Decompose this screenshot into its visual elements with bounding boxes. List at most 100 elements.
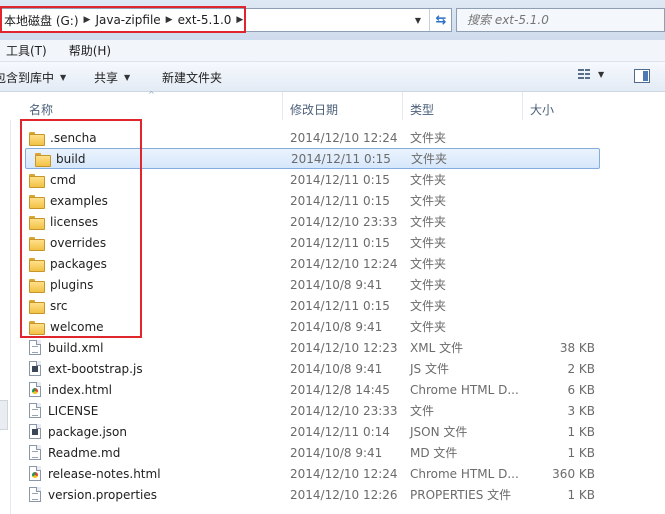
navigation-pane[interactable] [0, 120, 11, 514]
file-icon [29, 424, 41, 439]
column-header-date[interactable]: 修改日期 [290, 101, 338, 118]
refresh-icon[interactable]: ⇆ [429, 9, 452, 31]
column-header-name[interactable]: 名称 [29, 101, 53, 118]
breadcrumb-drive[interactable]: 本地磁盘 (G:) [1, 9, 82, 31]
menu-help[interactable]: 帮助(H) [63, 42, 117, 59]
folder-row[interactable]: .sencha 2014/12/10 12:24 文件夹 [22, 127, 622, 148]
name-cell: welcome [29, 320, 104, 335]
name-cell: src [29, 298, 68, 314]
file-row[interactable]: release-notes.html 2014/12/10 12:24 Chrome… [22, 463, 622, 484]
file-name: plugins [50, 277, 94, 292]
folder-row[interactable]: build 2014/12/11 0:15 文件夹 [25, 148, 600, 169]
breadcrumb-java-zipfile[interactable]: Java-zipfile [92, 9, 163, 31]
file-type: Chrome HTML D... [410, 466, 519, 481]
file-size: 1 KB [567, 487, 595, 502]
sort-ascending-icon: ^ [148, 90, 155, 99]
file-name: index.html [48, 382, 112, 397]
view-grid-icon [578, 69, 590, 80]
file-date: 2014/12/10 12:23 [290, 340, 398, 355]
file-icon [29, 403, 41, 418]
name-cell: licenses [29, 215, 98, 230]
column-header-size[interactable]: 大小 [530, 101, 554, 118]
folder-icon [29, 194, 45, 209]
include-in-library-label: 包含到库中 [0, 71, 55, 85]
file-row[interactable]: ext-bootstrap.js 2014/10/8 9:41 JS 文件 2 KB [22, 358, 622, 379]
file-row[interactable]: package.json 2014/12/11 0:14 JSON 文件 1 KB [22, 421, 622, 442]
folder-icon [29, 173, 45, 188]
folder-icon [29, 131, 45, 146]
file-name: cmd [50, 172, 76, 187]
name-cell: .sencha [29, 130, 97, 146]
file-row[interactable]: version.properties 2014/12/10 12:26 PROPER… [22, 484, 622, 505]
column-divider[interactable] [402, 92, 403, 120]
new-folder-button[interactable]: 新建文件夹 [162, 69, 222, 86]
name-cell: build.xml [29, 340, 103, 355]
folder-row[interactable]: examples 2014/12/11 0:15 文件夹 [22, 190, 622, 211]
breadcrumb-separator-icon[interactable]: ▶ [234, 15, 245, 25]
file-name: .sencha [50, 130, 97, 145]
folder-row[interactable]: src 2014/12/11 0:15 文件夹 [22, 295, 622, 316]
file-type: 文件夹 [410, 299, 447, 313]
name-cell: examples [29, 194, 108, 209]
name-cell: LICENSE [29, 403, 98, 418]
name-cell: plugins [29, 277, 94, 293]
preview-pane-icon[interactable] [634, 69, 650, 83]
new-folder-label: 新建文件夹 [162, 71, 223, 85]
file-size: 3 KB [567, 403, 595, 418]
file-type: JSON 文件 [410, 425, 468, 439]
column-divider[interactable] [522, 92, 523, 120]
menu-tools[interactable]: 工具(T) [0, 42, 53, 59]
file-row[interactable]: build.xml 2014/12/10 12:23 XML 文件 38 KB [22, 337, 622, 358]
file-name: src [50, 298, 68, 313]
file-size: 6 KB [567, 382, 595, 397]
file-type: 文件夹 [410, 236, 447, 250]
address-history-dropdown-icon[interactable]: ▼ [409, 9, 427, 31]
share-label: 共享 [94, 71, 119, 85]
file-list: .sencha 2014/12/10 12:24 文件夹 build 2014/12/1… [22, 127, 622, 505]
file-name: build.xml [48, 340, 104, 355]
search-box[interactable] [456, 8, 665, 32]
file-date: 2014/12/11 0:15 [290, 193, 390, 208]
file-name: LICENSE [48, 403, 99, 418]
file-size: 2 KB [567, 361, 595, 376]
file-size: 360 KB [552, 466, 595, 481]
file-name: Readme.md [48, 445, 121, 460]
file-row[interactable]: LICENSE 2014/12/10 23:33 文件 3 KB [22, 400, 622, 421]
file-type: 文件夹 [411, 152, 448, 166]
folder-icon [29, 320, 45, 335]
folder-row[interactable]: cmd 2014/12/11 0:15 文件夹 [22, 169, 622, 190]
file-type: Chrome HTML D... [410, 382, 519, 397]
search-input[interactable] [457, 13, 664, 27]
folder-row[interactable]: overrides 2014/12/11 0:15 文件夹 [22, 232, 622, 253]
file-name: overrides [50, 235, 107, 250]
folder-row[interactable]: licenses 2014/12/10 23:33 文件夹 [22, 211, 622, 232]
include-in-library-button[interactable]: 包含到库中 ▼ [0, 69, 66, 86]
folder-row[interactable]: welcome 2014/10/8 9:41 文件夹 [22, 316, 622, 337]
change-view-button[interactable]: ▼ [578, 69, 604, 80]
name-cell: ext-bootstrap.js [29, 361, 143, 376]
column-header-type[interactable]: 类型 [410, 101, 434, 118]
breadcrumb-ext[interactable]: ext-5.1.0 [175, 9, 235, 31]
breadcrumb-separator-icon[interactable]: ▶ [164, 15, 175, 25]
file-date: 2014/12/10 12:24 [290, 130, 398, 145]
name-cell: package.json [29, 424, 127, 439]
folder-row[interactable]: packages 2014/12/10 12:24 文件夹 [22, 253, 622, 274]
folder-icon [29, 278, 45, 293]
name-cell: overrides [29, 235, 107, 251]
file-row[interactable]: index.html 2014/12/8 14:45 Chrome HTML D..… [22, 379, 622, 400]
file-type: 文件夹 [410, 215, 447, 229]
file-row[interactable]: Readme.md 2014/10/8 9:41 MD 文件 1 KB [22, 442, 622, 463]
nav-scrollbar-thumb[interactable] [0, 400, 8, 430]
file-date: 2014/12/10 12:24 [290, 466, 398, 481]
file-size: 38 KB [559, 340, 595, 355]
command-bar: 包含到库中 ▼ 共享 ▼ 新建文件夹 ▼ [0, 62, 665, 92]
folder-row[interactable]: plugins 2014/10/8 9:41 文件夹 [22, 274, 622, 295]
column-divider[interactable] [282, 92, 283, 120]
breadcrumb[interactable]: 本地磁盘 (G:) ▶ Java-zipfile ▶ ext-5.1.0 ▶ ▼… [0, 8, 452, 32]
address-bar-area: 本地磁盘 (G:) ▶ Java-zipfile ▶ ext-5.1.0 ▶ ▼… [0, 0, 665, 40]
chevron-down-icon: ▼ [124, 73, 131, 82]
share-button[interactable]: 共享 ▼ [94, 69, 130, 86]
breadcrumb-separator-icon[interactable]: ▶ [82, 15, 93, 25]
folder-icon [29, 299, 45, 314]
name-cell: cmd [29, 172, 76, 188]
